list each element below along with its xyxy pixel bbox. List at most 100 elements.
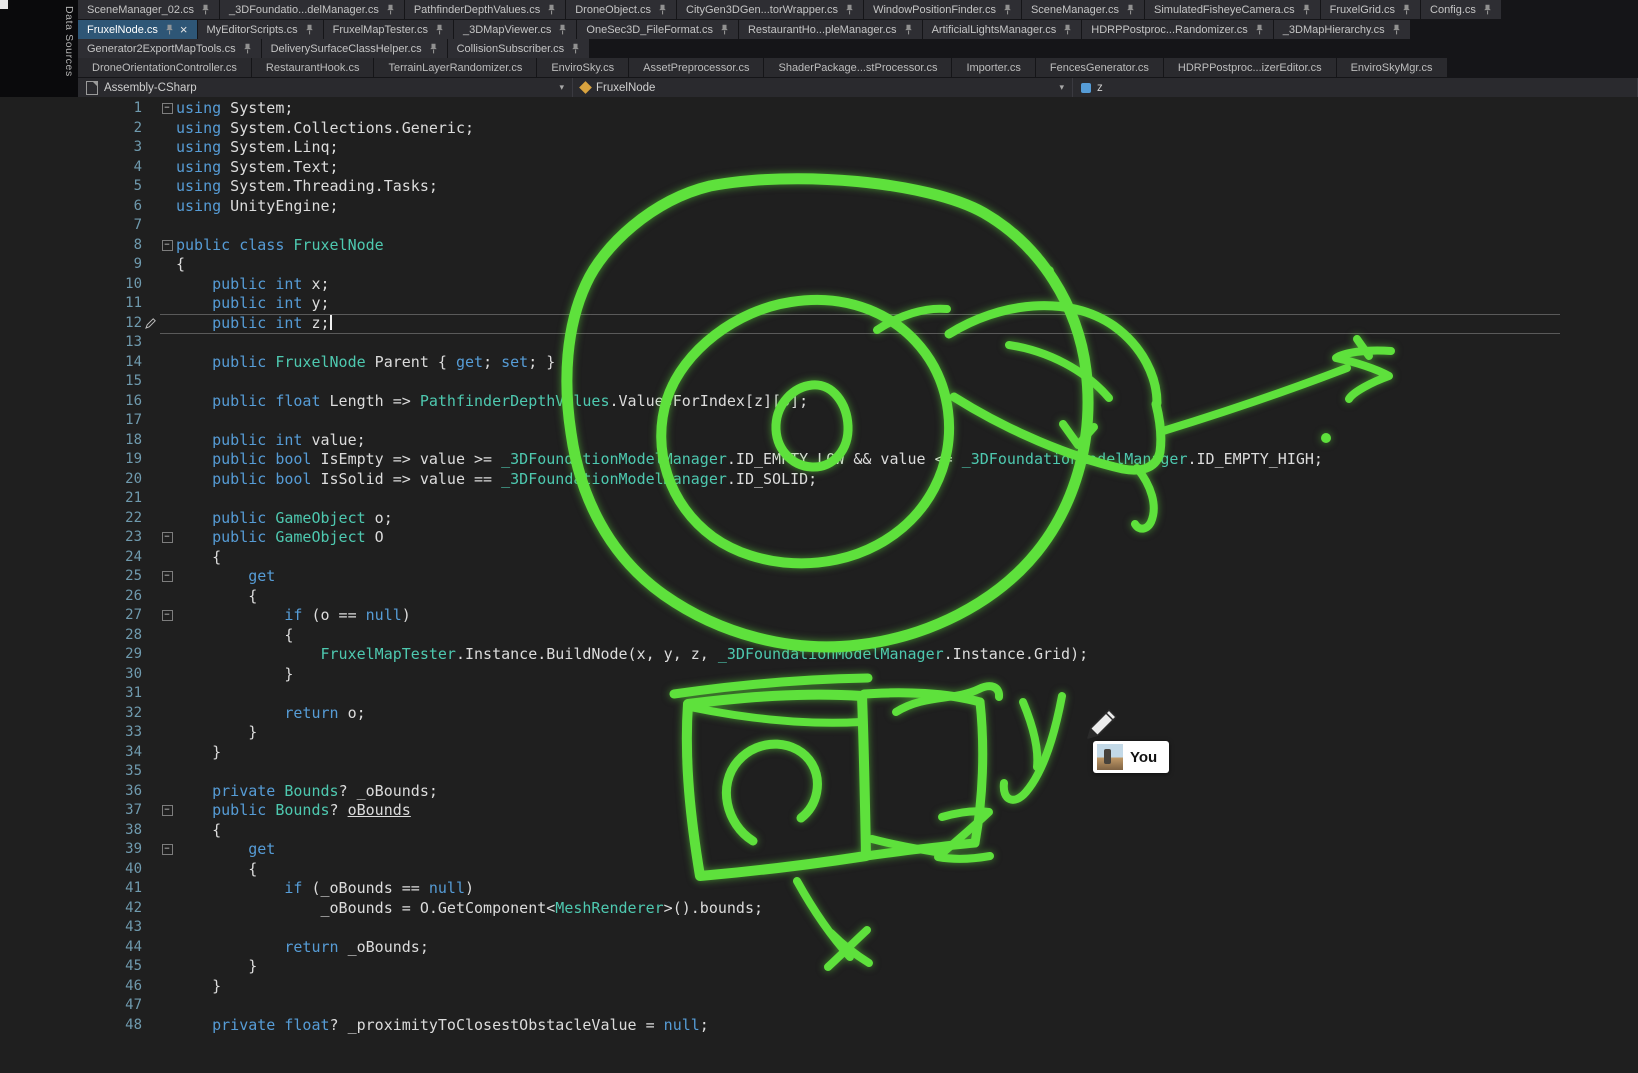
code-line[interactable]: 26 {	[0, 587, 1638, 607]
code-line[interactable]: 30 }	[0, 665, 1638, 685]
file-tab[interactable]: Config.cs	[1421, 0, 1501, 19]
file-tab[interactable]: PathfinderDepthValues.cs	[405, 0, 565, 19]
code-line[interactable]: 34 }	[0, 743, 1638, 763]
project-dropdown[interactable]: Assembly-CSharp ▾	[78, 78, 573, 97]
file-tab[interactable]: HDRPPostproc...Randomizer.cs	[1082, 20, 1273, 39]
code-line[interactable]: 40 {	[0, 860, 1638, 880]
code-line[interactable]: 24 {	[0, 548, 1638, 568]
file-tab[interactable]: _3DMapHierarchy.cs	[1274, 20, 1410, 39]
pin-icon[interactable]	[386, 4, 395, 15]
file-tab[interactable]: EnviroSky.cs	[537, 58, 628, 77]
pin-icon[interactable]	[1003, 4, 1012, 15]
file-tab[interactable]: CollisionSubscriber.cs	[448, 39, 590, 58]
file-tab[interactable]: EnviroSkyMgr.cs	[1337, 58, 1447, 77]
pin-icon[interactable]	[165, 24, 174, 35]
pin-icon[interactable]	[1392, 24, 1401, 35]
pin-icon[interactable]	[558, 24, 567, 35]
file-tab[interactable]: Importer.cs	[952, 58, 1034, 77]
code-line[interactable]: 4using System.Text;	[0, 158, 1638, 178]
file-tab[interactable]: FencesGenerator.cs	[1036, 58, 1163, 77]
file-tab[interactable]: CityGen3DGen...torWrapper.cs	[677, 0, 863, 19]
pin-icon[interactable]	[1483, 4, 1492, 15]
code-line[interactable]: 45 }	[0, 957, 1638, 977]
type-dropdown[interactable]: FruxelNode ▾	[573, 78, 1073, 97]
collapse-toggle-icon[interactable]: −	[158, 606, 176, 626]
code-line[interactable]: 1−using System;	[0, 99, 1638, 119]
code-line[interactable]: 44 return _oBounds;	[0, 938, 1638, 958]
file-tab[interactable]: WindowPositionFinder.cs	[864, 0, 1021, 19]
file-tab[interactable]: TerrainLayerRandomizer.cs	[374, 58, 536, 77]
code-line[interactable]: 28 {	[0, 626, 1638, 646]
pin-icon[interactable]	[845, 4, 854, 15]
file-tab[interactable]: FruxelGrid.cs	[1321, 0, 1420, 19]
member-dropdown[interactable]: z	[1073, 78, 1638, 97]
file-tab[interactable]: HDRPPostproc...izerEditor.cs	[1164, 58, 1336, 77]
pin-icon[interactable]	[429, 43, 438, 54]
code-line[interactable]: 20 public bool IsSolid => value == _3DFo…	[0, 470, 1638, 490]
code-line[interactable]: 31	[0, 684, 1638, 704]
code-line[interactable]: 42 _oBounds = O.GetComponent<MeshRendere…	[0, 899, 1638, 919]
file-tab[interactable]: SceneManager.cs	[1022, 0, 1144, 19]
file-tab[interactable]: RestaurantHo...pleManager.cs	[739, 20, 922, 39]
file-tab[interactable]: ArtificialLightsManager.cs	[923, 20, 1082, 39]
code-line[interactable]: 19 public bool IsEmpty => value >= _3DFo…	[0, 450, 1638, 470]
pin-icon[interactable]	[547, 4, 556, 15]
collapse-toggle-icon[interactable]: −	[158, 528, 176, 548]
code-line[interactable]: 12 public int z;	[0, 314, 1638, 334]
pin-icon[interactable]	[904, 24, 913, 35]
file-tab[interactable]: DroneOrientationController.cs	[78, 58, 251, 77]
pin-icon[interactable]	[1063, 24, 1072, 35]
code-line[interactable]: 16 public float Length => PathfinderDept…	[0, 392, 1638, 412]
file-tab[interactable]: Generator2ExportMapTools.cs	[78, 39, 261, 58]
code-line[interactable]: 13	[0, 333, 1638, 353]
code-line[interactable]: 37− public Bounds? oBounds	[0, 801, 1638, 821]
code-line[interactable]: 9{	[0, 255, 1638, 275]
file-tab[interactable]: DeliverySurfaceClassHelper.cs	[262, 39, 447, 58]
chevron-down-icon[interactable]: ▾	[559, 82, 564, 93]
chevron-down-icon[interactable]: ▾	[1059, 82, 1064, 93]
pin-icon[interactable]	[305, 24, 314, 35]
pin-icon[interactable]	[1402, 4, 1411, 15]
code-line[interactable]: 32 return o;	[0, 704, 1638, 724]
collapse-toggle-icon[interactable]: −	[158, 840, 176, 860]
pin-icon[interactable]	[658, 4, 667, 15]
pin-icon[interactable]	[435, 24, 444, 35]
code-line[interactable]: 48 private float? _proximityToClosestObs…	[0, 1016, 1638, 1036]
code-line[interactable]: 27− if (o == null)	[0, 606, 1638, 626]
file-tab[interactable]: FruxelMapTester.cs	[324, 20, 453, 39]
code-line[interactable]: 14 public FruxelNode Parent { get; set; …	[0, 353, 1638, 373]
code-line[interactable]: 33 }	[0, 723, 1638, 743]
collapse-toggle-icon[interactable]: −	[158, 567, 176, 587]
close-icon[interactable]: ×	[180, 23, 188, 36]
file-tab[interactable]: MyEditorScripts.cs	[198, 20, 323, 39]
collapse-toggle-icon[interactable]: −	[158, 236, 176, 256]
code-line[interactable]: 5using System.Threading.Tasks;	[0, 177, 1638, 197]
code-line[interactable]: 3using System.Linq;	[0, 138, 1638, 158]
pin-icon[interactable]	[201, 4, 210, 15]
code-line[interactable]: 39− get	[0, 840, 1638, 860]
code-editor[interactable]: 1−using System;2using System.Collections…	[0, 97, 1638, 1073]
file-tab[interactable]: SimulatedFisheyeCamera.cs	[1145, 0, 1320, 19]
code-line[interactable]: 22 public GameObject o;	[0, 509, 1638, 529]
code-line[interactable]: 17	[0, 411, 1638, 431]
pin-icon[interactable]	[243, 43, 252, 54]
code-line[interactable]: 7	[0, 216, 1638, 236]
collapse-toggle-icon[interactable]: −	[158, 99, 176, 119]
file-tab[interactable]: RestaurantHook.cs	[252, 58, 374, 77]
code-line[interactable]: 18 public int value;	[0, 431, 1638, 451]
pin-icon[interactable]	[1255, 24, 1264, 35]
pin-icon[interactable]	[720, 24, 729, 35]
code-line[interactable]: 25− get	[0, 567, 1638, 587]
code-line[interactable]: 46 }	[0, 977, 1638, 997]
code-line[interactable]: 36 private Bounds? _oBounds;	[0, 782, 1638, 802]
file-tab[interactable]: OneSec3D_FileFormat.cs	[577, 20, 738, 39]
code-line[interactable]: 15	[0, 372, 1638, 392]
file-tab[interactable]: _3DFoundatio...delManager.cs	[220, 0, 404, 19]
pin-icon[interactable]	[1126, 4, 1135, 15]
code-line[interactable]: 23− public GameObject O	[0, 528, 1638, 548]
code-line[interactable]: 35	[0, 762, 1638, 782]
code-line[interactable]: 38 {	[0, 821, 1638, 841]
file-tab[interactable]: _3DMapViewer.cs	[454, 20, 576, 39]
file-tab[interactable]: ShaderPackage...stProcessor.cs	[764, 58, 951, 77]
pin-icon[interactable]	[1302, 4, 1311, 15]
